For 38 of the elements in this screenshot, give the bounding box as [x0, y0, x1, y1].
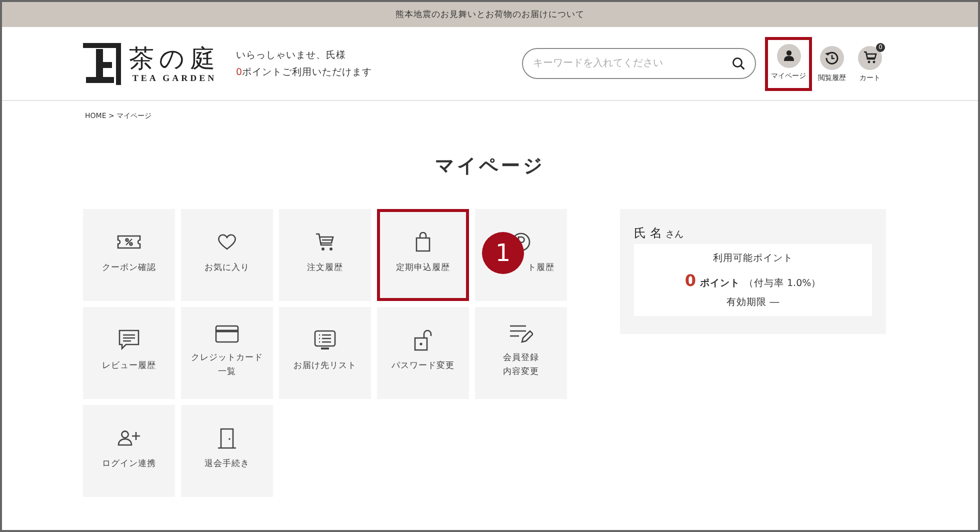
expiry-text: 有効期限 ― — [726, 296, 780, 309]
search-field[interactable]: キーワードを入れてください — [522, 48, 756, 79]
menu-tile[interactable]: 会員登録 内容変更 — [475, 307, 567, 399]
points-unit: ポイント — [700, 277, 740, 290]
points-heading: 利用可能ポイント — [713, 252, 793, 265]
credit-card-icon — [215, 325, 239, 343]
bag-icon — [415, 232, 431, 252]
history-icon — [825, 50, 839, 64]
speech-bubble-icon — [118, 329, 140, 351]
menu-tile[interactable]: お気に入り — [181, 209, 273, 301]
points-notice: 0ポイントご利用いただけます — [236, 66, 372, 80]
cart-icon — [315, 232, 335, 252]
menu-tile[interactable]: ログイン連携 — [83, 405, 175, 497]
menu-tile[interactable]: クーポン確認 — [83, 209, 175, 301]
menu-tile[interactable]: パスワード変更 — [377, 307, 469, 399]
heart-icon — [217, 233, 237, 251]
member-name: 氏 名 さん — [634, 225, 685, 242]
menu-tile[interactable]: クレジットカード 一覧 — [181, 307, 273, 399]
add-user-icon — [117, 430, 141, 446]
logo[interactable]: 茶の庭 TEA GARDEN — [83, 42, 220, 84]
user-icon — [784, 50, 794, 61]
menu-tile[interactable]: 退会手続き — [181, 405, 273, 497]
greeting-text: いらっしゃいませ、氏様 — [236, 48, 347, 62]
menu-tile[interactable]: レビュー履歴 — [83, 307, 175, 399]
points-rate: （付与率 1.0%） — [744, 277, 822, 290]
menu-tile[interactable]: お届け先リスト — [279, 307, 371, 399]
search-icon[interactable] — [732, 57, 745, 70]
cart-icon — [864, 51, 876, 64]
points-value: 0 — [684, 271, 696, 290]
edit-list-icon — [509, 324, 533, 344]
menu-tile[interactable]: 注文履歴 — [279, 209, 371, 301]
unlocked-padlock-icon — [414, 329, 432, 351]
menu-tile[interactable]: 定期申込履歴 — [377, 209, 469, 301]
notice-text[interactable]: 熊本地震のお見舞いとお荷物のお届けについて — [396, 8, 584, 20]
list-screen-icon — [314, 330, 336, 350]
page-title: マイページ — [434, 154, 546, 179]
coupon-icon — [117, 235, 141, 249]
door-icon — [218, 428, 236, 448]
